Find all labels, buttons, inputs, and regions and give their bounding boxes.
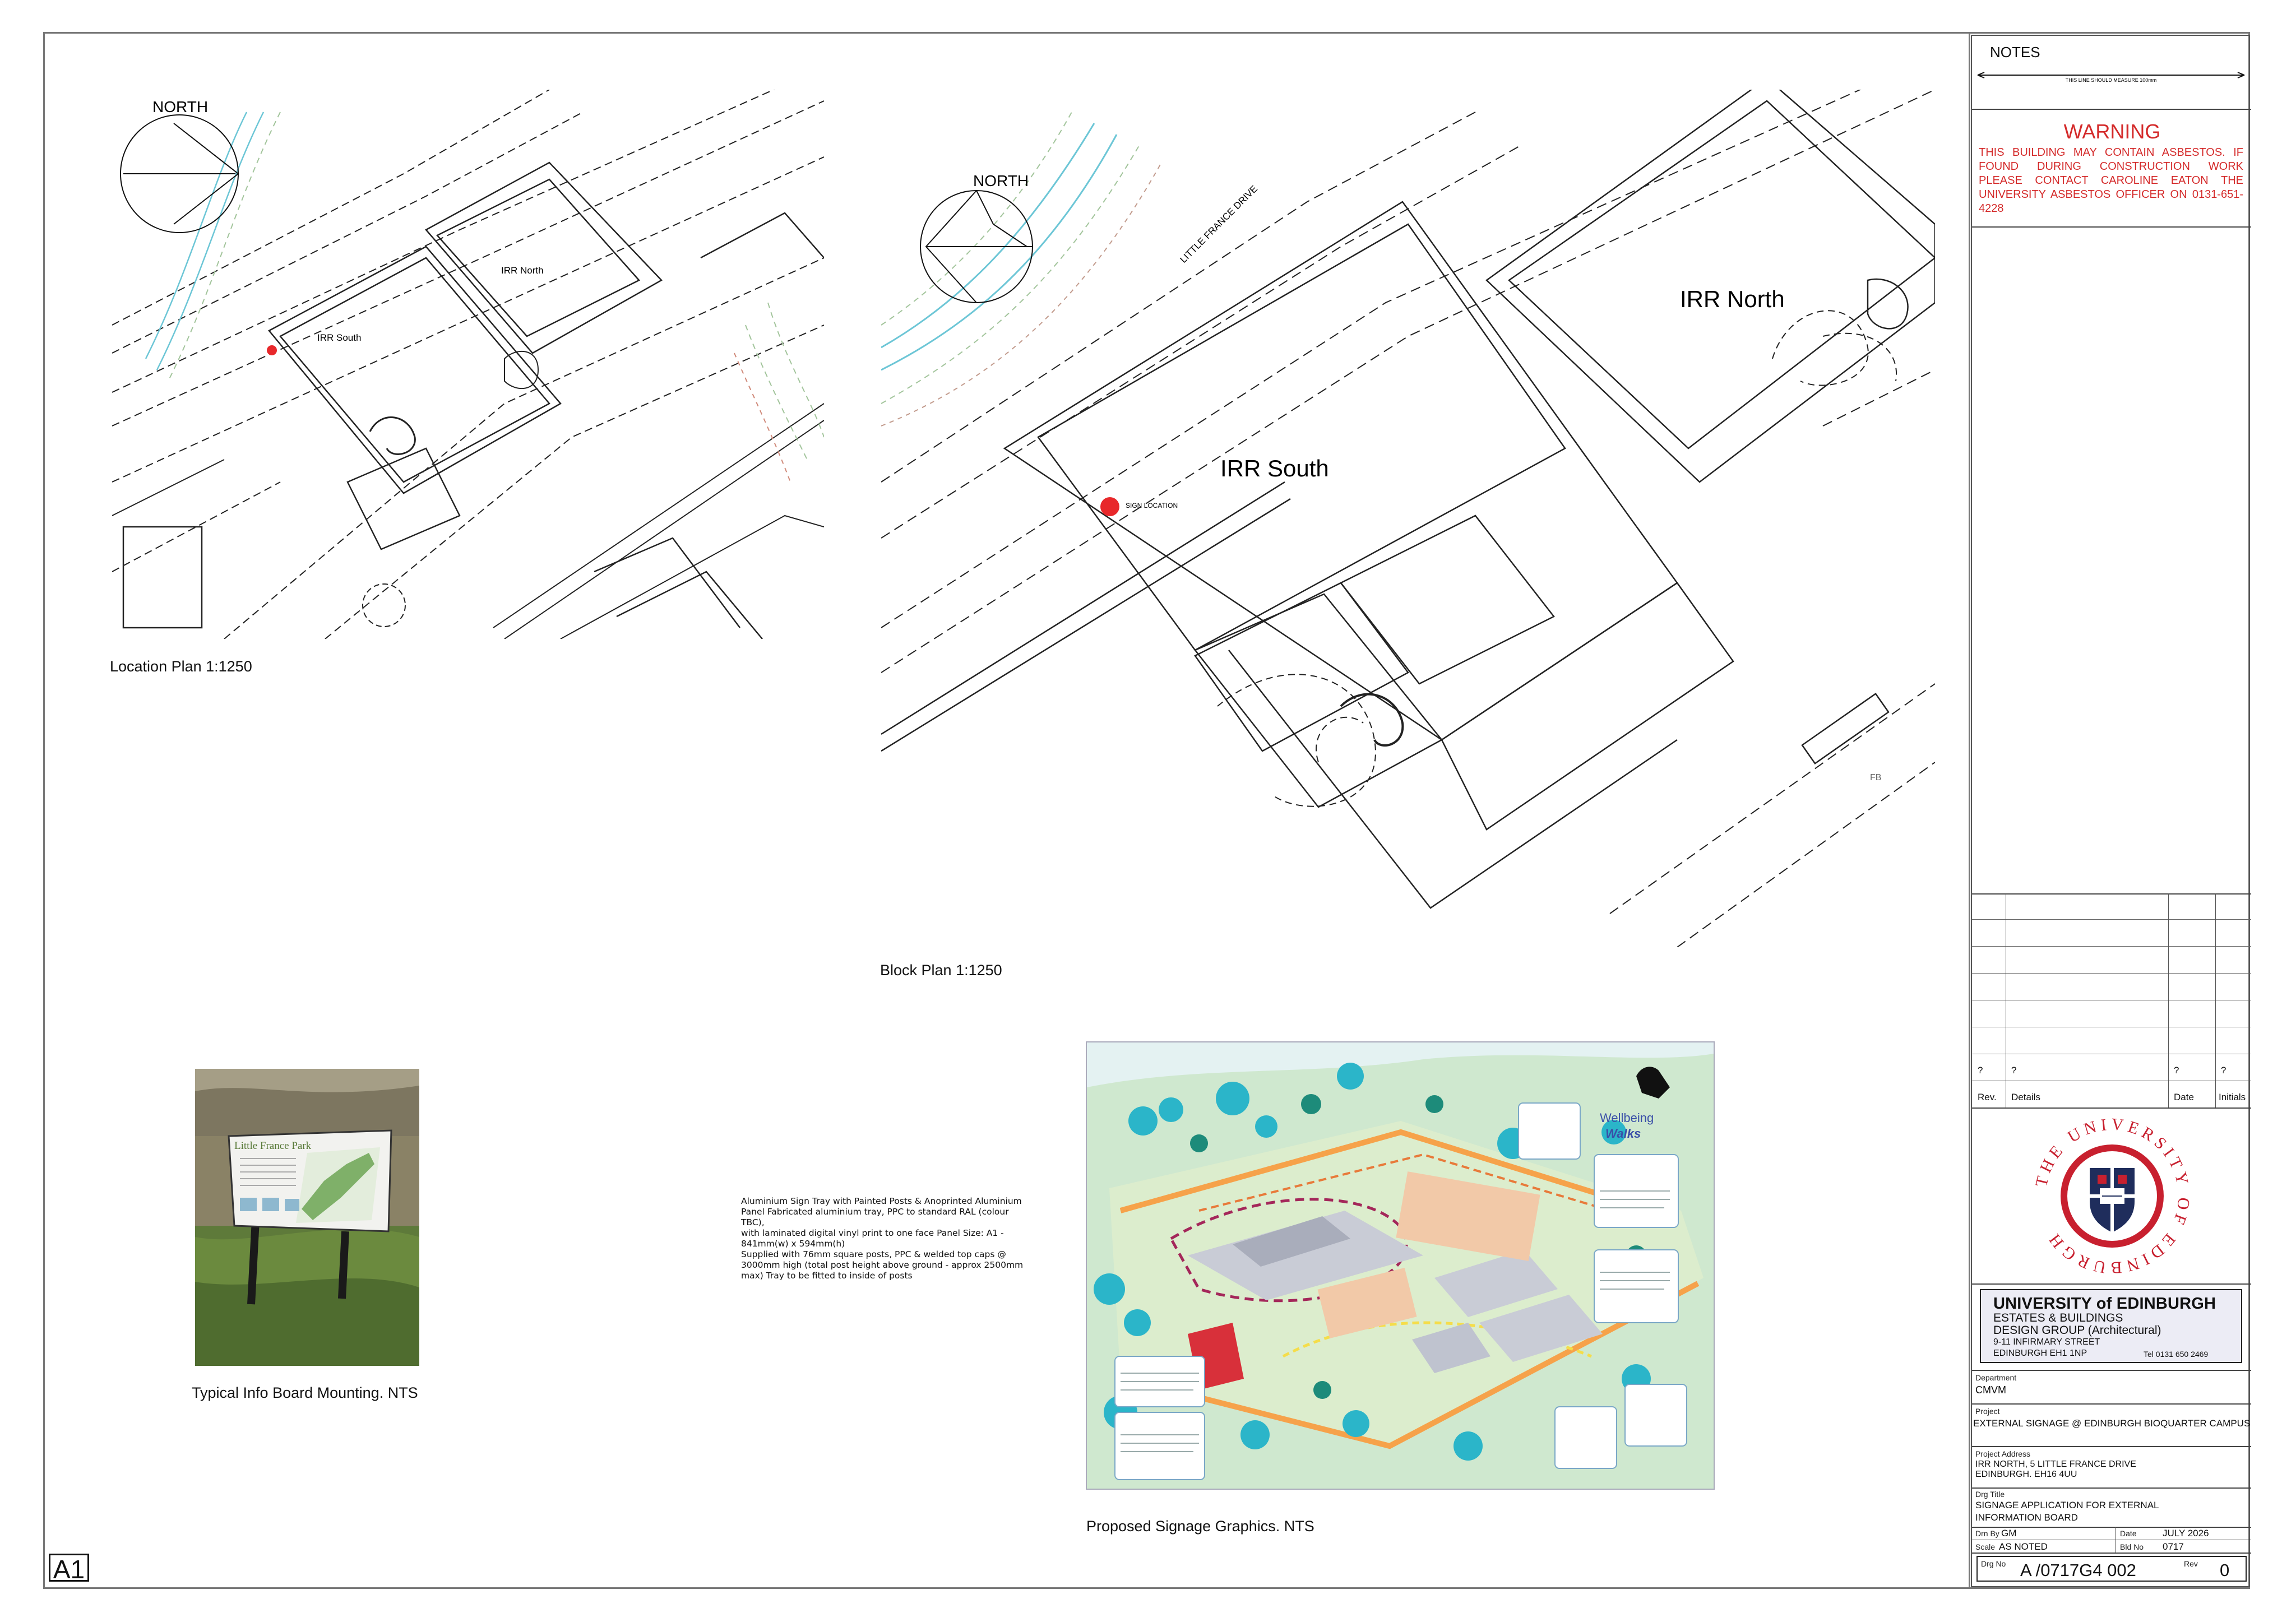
sheet-size-label: A1 (49, 1554, 89, 1583)
notes-divider (1972, 109, 2251, 110)
warning-title: WARNING (2063, 120, 2161, 143)
rev-header-date: Date (2174, 1092, 2194, 1102)
block-plan-drawing: NORTH LITTLE FRANCE DRIVE IRR North IRR … (881, 90, 1935, 947)
location-irr-north-label: IRR North (501, 265, 544, 276)
scale-check-line: THIS LINE SHOULD MEASURE 100mm (1977, 72, 2245, 83)
rev-placeholder: ? (2221, 1065, 2226, 1076)
address-label: Project Address (1975, 1449, 2031, 1458)
revision-value: 0 (2220, 1560, 2230, 1580)
fb-marker: FB (1870, 773, 1881, 782)
title-block-inner: NOTES THIS LINE SHOULD MEASURE 100mm WAR… (1971, 35, 2251, 1587)
project-value: EXTERNAL SIGNAGE @ EDINBURGH BIOQUARTER … (1973, 1418, 2251, 1429)
specification-text: Aluminium Sign Tray with Painted Posts &… (741, 1196, 1033, 1281)
title-block: NOTES THIS LINE SHOULD MEASURE 100mm WAR… (1969, 34, 2251, 1588)
block-plan-caption: Block Plan 1:1250 (880, 962, 1002, 979)
location-irr-south-label: IRR South (317, 332, 361, 343)
spec-line: 841mm(w) x 594mm(h) (741, 1239, 845, 1249)
department-label: Department (1975, 1373, 2017, 1382)
warning-divider (1972, 226, 2251, 228)
signage-title-1: Wellbeing (1600, 1111, 1654, 1125)
location-north-label: NORTH (152, 98, 208, 115)
address-line-1: IRR NORTH, 5 LITTLE FRANCE DRIVE (1975, 1459, 2136, 1469)
revision-table-top (1972, 893, 2251, 895)
drawn-by-value: GM (2001, 1528, 2017, 1538)
board-title: Little France Park (234, 1140, 312, 1152)
department-divider (1972, 1370, 2251, 1371)
spec-line: Supplied with 76mm square posts, PPC & w… (741, 1249, 1006, 1259)
signage-caption: Proposed Signage Graphics. NTS (1086, 1518, 1314, 1535)
drg-title-line-1: SIGNAGE APPLICATION FOR EXTERNAL (1975, 1500, 2159, 1510)
org-name: UNIVERSITY of EDINBURGH (1993, 1295, 2216, 1313)
spec-line: 3000mm high (total post height above gro… (741, 1260, 1024, 1270)
signage-graphic: Wellbeing Walks (1086, 1041, 1715, 1490)
building-no-value: 0717 (2163, 1541, 2184, 1552)
photo-caption: Typical Info Board Mounting. NTS (192, 1384, 418, 1401)
revision-col-divider (2168, 893, 2169, 1107)
revision-col-divider (2215, 893, 2216, 1107)
drawn-by-label: Drn By (1975, 1529, 1999, 1538)
spec-line: with laminated digital vinyl print to on… (741, 1228, 1004, 1238)
department-value: CMVM (1975, 1384, 2006, 1396)
revision-row (1972, 946, 2251, 947)
address-line-2: EDINBURGH. EH16 4UU (1975, 1470, 2077, 1479)
scale-value: AS NOTED (1999, 1541, 2048, 1552)
project-divider (1972, 1403, 2251, 1405)
university-crest: THE UNIVERSITY OF EDINBURGH (2032, 1115, 2189, 1277)
spec-line: max) Tray to be fitted to inside of post… (741, 1271, 913, 1281)
drg-title-divider (1972, 1487, 2251, 1489)
scale-check-note: THIS LINE SHOULD MEASURE 100mm (2066, 77, 2157, 83)
org-line-3: DESIGN GROUP (Architectural) (1993, 1324, 2161, 1337)
revision-table-bottom (1972, 1107, 2251, 1109)
location-plan-drawing: NORTH IRR North IRR South (112, 90, 824, 639)
rev-header-details: Details (2011, 1092, 2040, 1102)
date-value: JULY 2026 (2163, 1528, 2209, 1538)
block-plan: NORTH LITTLE FRANCE DRIVE IRR North IRR … (881, 90, 1935, 947)
org-line-2: ESTATES & BUILDINGS (1993, 1311, 2123, 1324)
revision-row (1972, 973, 2251, 974)
sign-location-label: SIGN LOCATION (1126, 502, 1178, 509)
org-line-4: 9-11 INFIRMARY STREET (1993, 1337, 2100, 1347)
block-irr-south-label: IRR South (1220, 455, 1329, 481)
location-plan: NORTH IRR North IRR South (112, 90, 824, 639)
org-divider (1972, 1283, 2251, 1285)
info-board-photo: Little France Park (195, 1069, 419, 1366)
org-line-5: EDINBURGH EH1 1NP (1993, 1348, 2087, 1358)
project-label: Project (1975, 1407, 2000, 1416)
rev-placeholder: ? (2174, 1065, 2179, 1076)
location-plan-caption: Location Plan 1:1250 (110, 658, 252, 675)
organisation-box: UNIVERSITY of EDINBURGH ESTATES & BUILDI… (1980, 1289, 2242, 1363)
block-irr-north-label: IRR North (1680, 286, 1785, 312)
revision-row (1972, 919, 2251, 920)
drg-no-divider (1972, 1553, 2251, 1554)
spec-line: Aluminium Sign Tray with Painted Posts &… (741, 1196, 1022, 1206)
drawing-number-label: Drg No (1981, 1559, 2006, 1568)
info-board-photo-image: Little France Park (195, 1069, 419, 1366)
signage-title-2: Walks (1605, 1127, 1641, 1141)
scale-label: Scale (1975, 1542, 1996, 1551)
spec-line: Panel Fabricated aluminium tray, PPC to … (741, 1207, 1012, 1227)
signage-map: Wellbeing Walks (1087, 1042, 1714, 1489)
drg-title-label: Drg Title (1975, 1490, 2005, 1499)
road-label: LITTLE FRANCE DRIVE (1178, 183, 1260, 265)
rev-placeholder: ? (1978, 1065, 1983, 1076)
rev-placeholder: ? (2011, 1065, 2017, 1076)
block-north-label: NORTH (973, 172, 1029, 189)
rev-header-rev: Rev. (1978, 1092, 1997, 1102)
org-telephone: Tel 0131 650 2469 (2144, 1350, 2209, 1359)
address-divider (1972, 1446, 2251, 1447)
notes-heading: NOTES (1990, 44, 2040, 61)
date-label: Date (2120, 1529, 2137, 1538)
drawing-number-value: A /0717G4 002 (2020, 1560, 2136, 1580)
building-no-label: Bld No (2120, 1542, 2144, 1551)
drg-title-line-2: INFORMATION BOARD (1975, 1512, 2078, 1523)
drawing-number-box: Drg No A /0717G4 002 Rev 0 (1976, 1556, 2247, 1582)
rev-header-initials: Initials (2219, 1092, 2246, 1102)
revision-label: Rev (2184, 1559, 2198, 1568)
warning-body: THIS BUILDING MAY CONTAIN ASBESTOS. IF F… (1979, 146, 2243, 215)
